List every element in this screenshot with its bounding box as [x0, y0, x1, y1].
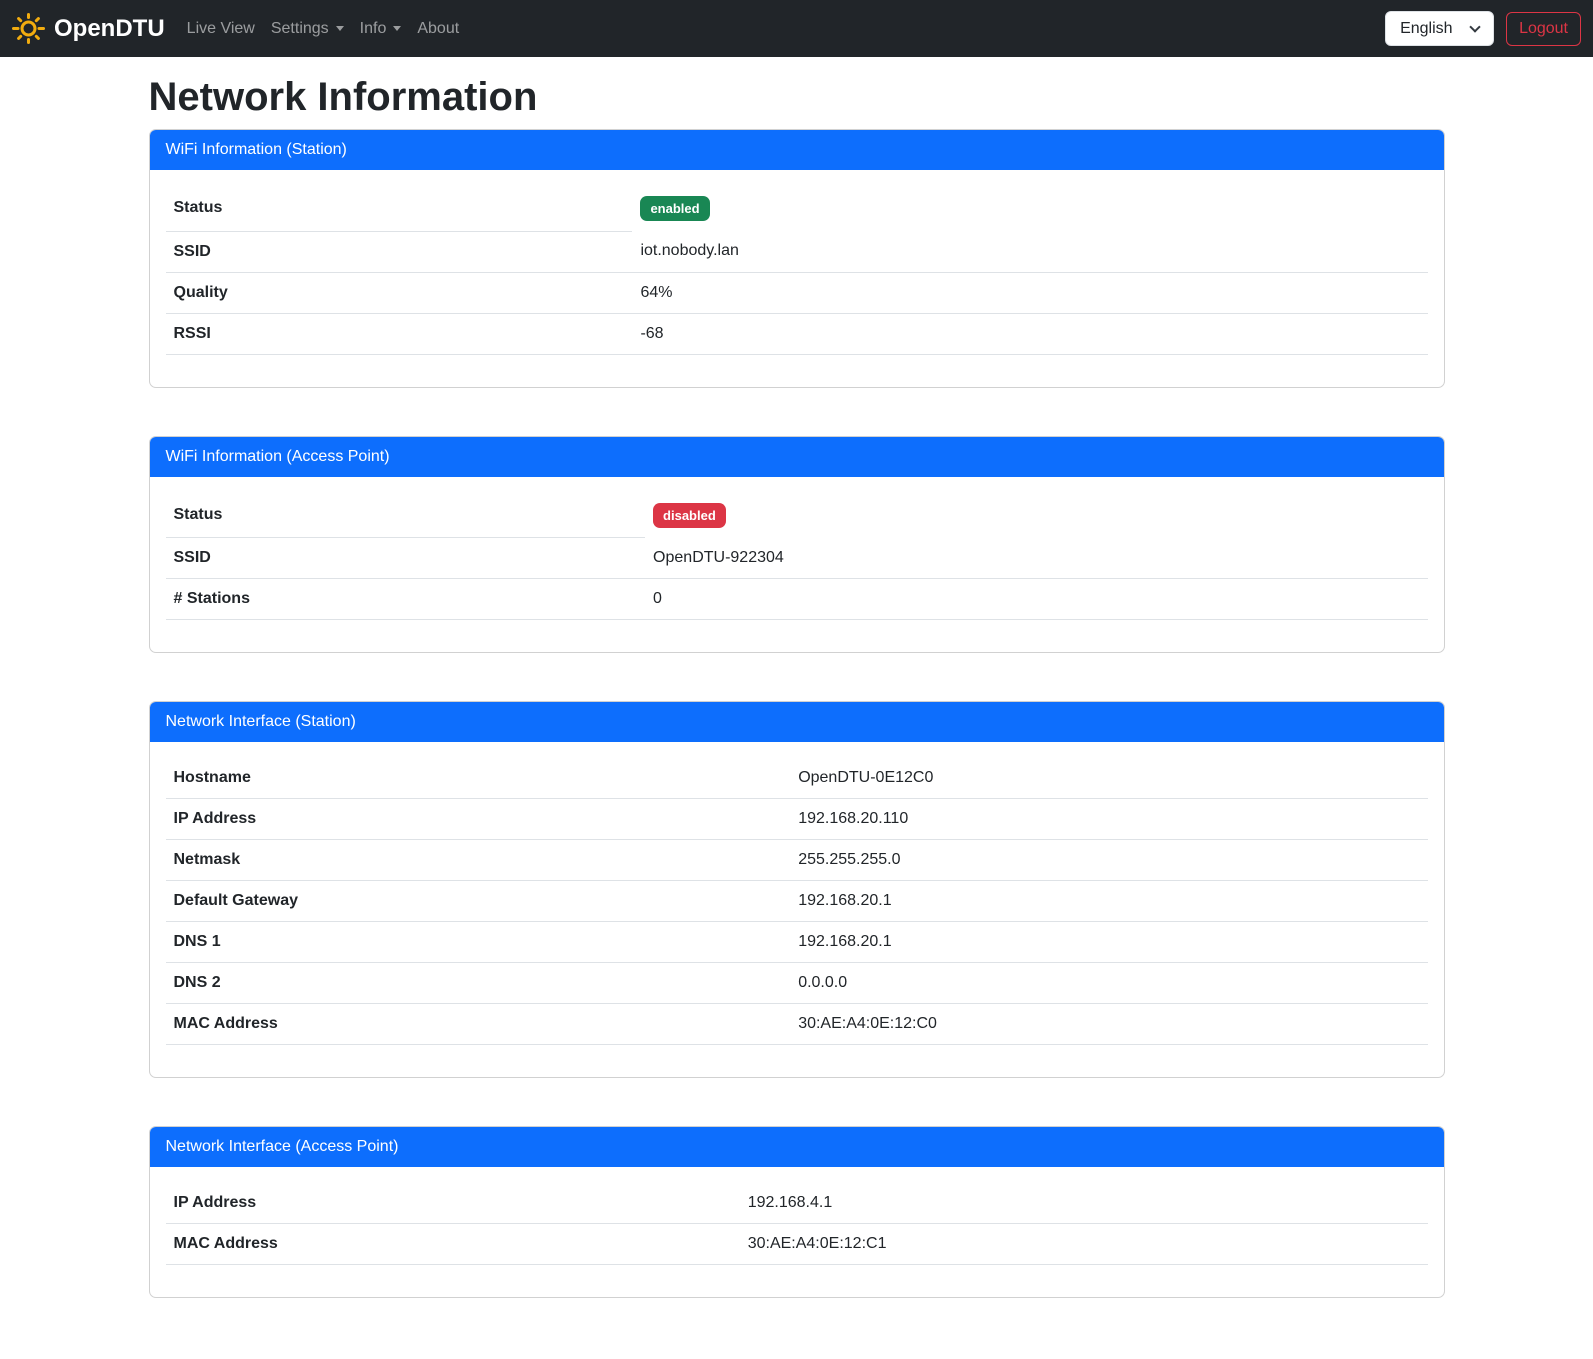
table-row: Hostname OpenDTU-0E12C0	[166, 758, 1428, 799]
table-row: Default Gateway 192.168.20.1	[166, 881, 1428, 922]
sun-icon	[12, 12, 45, 45]
row-value: iot.nobody.lan	[632, 231, 1427, 272]
chevron-down-icon	[336, 26, 344, 31]
card-header: Network Interface (Access Point)	[150, 1127, 1444, 1167]
language-select-wrap: English	[1385, 11, 1494, 46]
card-body: Status enabled SSID iot.nobody.lan Quali…	[150, 170, 1444, 387]
table-row: SSID iot.nobody.lan	[166, 231, 1428, 272]
status-badge: enabled	[640, 196, 709, 221]
card-body: Status disabled SSID OpenDTU-922304 # St…	[150, 477, 1444, 653]
card-header: WiFi Information (Station)	[150, 130, 1444, 170]
table-row: IP Address 192.168.20.110	[166, 799, 1428, 840]
table-row: Quality 64%	[166, 272, 1428, 313]
row-value: 192.168.20.1	[790, 881, 1427, 922]
row-label: Status	[166, 186, 633, 231]
info-card: WiFi Information (Station) Status enable…	[149, 129, 1445, 388]
row-label: SSID	[166, 231, 633, 272]
row-label: SSID	[166, 538, 646, 579]
row-value: 30:AE:A4:0E:12:C0	[790, 1004, 1427, 1045]
row-label: Status	[166, 493, 646, 538]
table-row: MAC Address 30:AE:A4:0E:12:C0	[166, 1004, 1428, 1045]
brand-link[interactable]: OpenDTU	[12, 11, 165, 47]
row-value: enabled	[632, 186, 1427, 231]
info-card: Network Interface (Access Point) IP Addr…	[149, 1126, 1445, 1298]
row-label: DNS 2	[166, 963, 791, 1004]
row-value: OpenDTU-0E12C0	[790, 758, 1427, 799]
table-row: DNS 2 0.0.0.0	[166, 963, 1428, 1004]
row-value: 0.0.0.0	[790, 963, 1427, 1004]
nav-item-label: Live View	[187, 17, 255, 41]
nav-item-about[interactable]: About	[409, 9, 467, 49]
status-badge: disabled	[653, 503, 726, 528]
info-card: Network Interface (Station) Hostname Ope…	[149, 701, 1445, 1078]
language-select[interactable]: English	[1385, 11, 1494, 46]
info-card: WiFi Information (Access Point) Status d…	[149, 436, 1445, 654]
row-label: Default Gateway	[166, 881, 791, 922]
row-label: Netmask	[166, 840, 791, 881]
table-row: MAC Address 30:AE:A4:0E:12:C1	[166, 1224, 1428, 1265]
row-label: MAC Address	[166, 1224, 740, 1265]
row-label: Hostname	[166, 758, 791, 799]
row-value: 255.255.255.0	[790, 840, 1427, 881]
row-value: disabled	[645, 493, 1427, 538]
nav-item-settings[interactable]: Settings	[263, 9, 352, 49]
table-row: Netmask 255.255.255.0	[166, 840, 1428, 881]
info-table: Status disabled SSID OpenDTU-922304 # St…	[166, 493, 1428, 621]
main-content: Network Information WiFi Information (St…	[137, 57, 1457, 1298]
row-label: # Stations	[166, 579, 646, 620]
row-value: 30:AE:A4:0E:12:C1	[740, 1224, 1428, 1265]
brand-text: OpenDTU	[54, 11, 165, 47]
table-row: SSID OpenDTU-922304	[166, 538, 1428, 579]
row-value: 192.168.20.110	[790, 799, 1427, 840]
navbar: OpenDTU Live View Settings Info About En…	[0, 0, 1593, 57]
nav-item-label: Info	[360, 17, 387, 41]
nav-menu: Live View Settings Info About	[179, 9, 468, 49]
row-value: OpenDTU-922304	[645, 538, 1427, 579]
nav-item-label: About	[417, 17, 459, 41]
info-table: IP Address 192.168.4.1 MAC Address 30:AE…	[166, 1183, 1428, 1265]
card-body: Hostname OpenDTU-0E12C0 IP Address 192.1…	[150, 742, 1444, 1077]
row-label: DNS 1	[166, 922, 791, 963]
row-value: 192.168.4.1	[740, 1183, 1428, 1224]
info-table: Hostname OpenDTU-0E12C0 IP Address 192.1…	[166, 758, 1428, 1045]
info-table: Status enabled SSID iot.nobody.lan Quali…	[166, 186, 1428, 355]
logout-button[interactable]: Logout	[1506, 12, 1581, 46]
nav-item-live-view[interactable]: Live View	[179, 9, 263, 49]
table-row: RSSI -68	[166, 313, 1428, 354]
table-row: DNS 1 192.168.20.1	[166, 922, 1428, 963]
cards-container: WiFi Information (Station) Status enable…	[149, 129, 1445, 1298]
table-row: Status disabled	[166, 493, 1428, 538]
row-value: -68	[632, 313, 1427, 354]
row-label: IP Address	[166, 1183, 740, 1224]
navbar-right: English Logout	[1385, 11, 1581, 46]
table-row: IP Address 192.168.4.1	[166, 1183, 1428, 1224]
chevron-down-icon	[393, 26, 401, 31]
row-label: Quality	[166, 272, 633, 313]
row-label: MAC Address	[166, 1004, 791, 1045]
card-header: Network Interface (Station)	[150, 702, 1444, 742]
row-value: 64%	[632, 272, 1427, 313]
nav-item-info[interactable]: Info	[352, 9, 410, 49]
page-title: Network Information	[149, 73, 1445, 121]
row-label: IP Address	[166, 799, 791, 840]
nav-item-label: Settings	[271, 17, 329, 41]
card-body: IP Address 192.168.4.1 MAC Address 30:AE…	[150, 1167, 1444, 1297]
table-row: Status enabled	[166, 186, 1428, 231]
row-value: 0	[645, 579, 1427, 620]
card-header: WiFi Information (Access Point)	[150, 437, 1444, 477]
table-row: # Stations 0	[166, 579, 1428, 620]
row-label: RSSI	[166, 313, 633, 354]
row-value: 192.168.20.1	[790, 922, 1427, 963]
